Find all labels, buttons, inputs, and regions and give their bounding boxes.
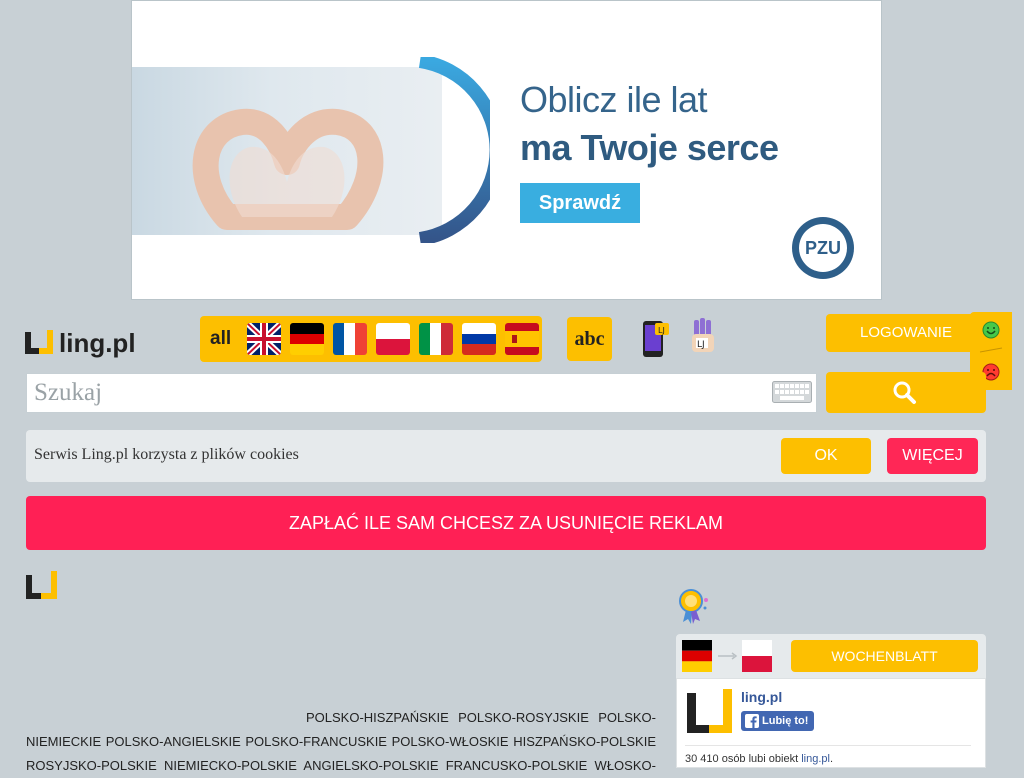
russian-flag-icon[interactable] xyxy=(462,323,496,355)
polish-flag-icon[interactable] xyxy=(376,323,410,355)
english-flag-icon[interactable] xyxy=(247,323,281,355)
cookie-notice: Serwis Ling.pl korzysta z plików cookies… xyxy=(26,430,986,482)
dict-link-polsko-niemieckie-cont[interactable]: NIEMIECKIE xyxy=(26,734,101,749)
ad-headline-line2: ma Twoje serce xyxy=(520,127,779,168)
keyboard-icon[interactable] xyxy=(772,381,812,403)
german-polish-direction-icon xyxy=(682,640,772,672)
wochenblatt-button[interactable]: WOCHENBLATT xyxy=(791,640,978,672)
pzu-logo: PZU xyxy=(792,217,854,279)
ling-page-avatar[interactable] xyxy=(685,689,735,739)
ling-logo-icon xyxy=(26,571,57,599)
logo-text: ling.pl xyxy=(59,327,136,358)
dict-link-polsko-rosyjskie[interactable]: POLSKO-ROSYJSKIE xyxy=(458,710,589,725)
ad-headline-line1: Oblicz ile lat xyxy=(520,79,708,120)
site-logo[interactable]: ling.pl xyxy=(25,328,136,358)
dict-link-wlosko-polskie[interactable]: WŁOSKO- xyxy=(595,758,656,773)
ad-arc-decoration xyxy=(418,57,490,243)
facebook-like-box: ling.pl Lubię to! 30 410 osób lubi obiek… xyxy=(676,678,986,768)
italian-flag-icon[interactable] xyxy=(419,323,453,355)
ad-banner[interactable]: Oblicz ile lat ma Twoje serce Sprawdź PZ… xyxy=(131,0,882,300)
dict-link-polsko-hiszpanskie[interactable]: POLSKO-HISZPAŃSKIE xyxy=(306,710,449,725)
spanish-flag-icon[interactable] xyxy=(505,323,539,355)
facebook-like-count: 30 410 osób lubi obiekt ling.pl. xyxy=(685,753,833,765)
dict-link-polsko-niemieckie[interactable]: POLSKO- xyxy=(598,710,656,725)
ad-heart-hands-image xyxy=(132,67,442,235)
abc-dictionary-button[interactable]: abc xyxy=(567,317,612,361)
svg-text:LJ: LJ xyxy=(658,326,665,335)
dict-link-rosyjsko-polskie[interactable]: ROSYJSKO-POLSKIE xyxy=(26,758,157,773)
dict-link-polsko-francuskie[interactable]: POLSKO-FRANCUSKIE xyxy=(245,734,387,749)
dict-link-niemiecko-polskie[interactable]: NIEMIECKO-POLSKIE xyxy=(164,758,297,773)
search-button[interactable] xyxy=(826,372,986,413)
facebook-like-button[interactable]: Lubię to! xyxy=(741,711,814,731)
dict-link-polsko-angielskie[interactable]: POLSKO-ANGIELSKIE xyxy=(106,734,241,749)
like-count-link[interactable]: ling.pl xyxy=(801,753,830,765)
french-flag-icon[interactable] xyxy=(333,323,367,355)
language-selector: all xyxy=(200,316,542,362)
sign-language-icon[interactable]: LJ xyxy=(688,318,718,358)
like-count-suffix: . xyxy=(829,753,834,765)
facebook-icon xyxy=(745,714,759,728)
german-flag-icon[interactable] xyxy=(290,323,324,355)
cookie-ok-button[interactable]: OK xyxy=(781,438,871,474)
login-button[interactable]: LOGOWANIE xyxy=(826,314,986,352)
svg-text:LJ: LJ xyxy=(697,340,705,350)
remove-ads-button[interactable]: ZAPŁAĆ ILE SAM CHCESZ ZA USUNIĘCIE REKLA… xyxy=(26,496,986,550)
facebook-like-label: Lubię to! xyxy=(762,715,809,727)
award-icon xyxy=(679,589,708,624)
dict-link-hiszpansko-polskie[interactable]: HISZPAŃSKO-POLSKIE xyxy=(513,734,656,749)
dictionary-links: POLSKO-HISZPAŃSKIE POLSKO-ROSYJSKIE POLS… xyxy=(26,706,656,778)
dict-link-francusko-polskie[interactable]: FRANCUSKO-POLSKIE xyxy=(446,758,588,773)
like-count-text: 30 410 osób lubi obiekt xyxy=(685,753,802,765)
search-box xyxy=(26,373,817,413)
lang-all-button[interactable]: all xyxy=(210,328,234,350)
cookie-more-button[interactable]: WIĘCEJ xyxy=(887,438,978,474)
ling-logo-icon xyxy=(25,330,53,354)
search-input[interactable] xyxy=(27,374,767,412)
ad-check-button[interactable]: Sprawdź xyxy=(520,183,640,223)
facebook-page-name[interactable]: ling.pl xyxy=(741,689,782,705)
divider xyxy=(685,745,971,746)
happy-face-icon xyxy=(982,321,1000,339)
mobile-app-icon[interactable]: LJ xyxy=(641,319,671,359)
dict-link-polsko-wloskie[interactable]: POLSKO-WŁOSKIE xyxy=(392,734,509,749)
cookie-notice-text: Serwis Ling.pl korzysta z plików cookies xyxy=(34,446,299,463)
wochenblatt-panel: WOCHENBLATT xyxy=(676,634,986,678)
pzu-logo-text: PZU xyxy=(799,224,847,272)
search-icon xyxy=(893,381,916,404)
dict-link-angielsko-polskie[interactable]: ANGIELSKO-POLSKIE xyxy=(303,758,438,773)
